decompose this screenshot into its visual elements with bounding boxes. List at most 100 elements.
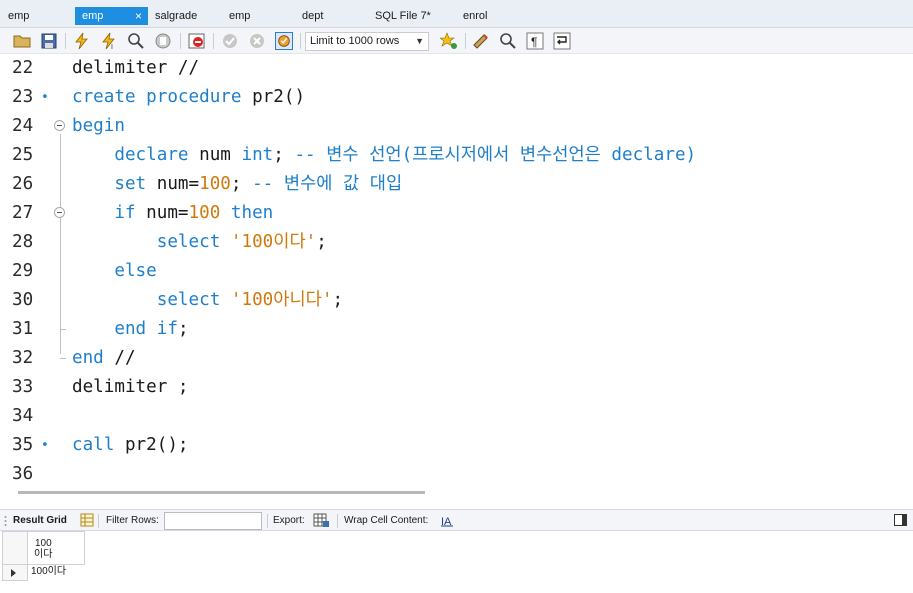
code-line[interactable]: 32 end // xyxy=(0,344,913,373)
export-icon[interactable] xyxy=(313,513,330,528)
limit-rows-label: Limit to 1000 rows xyxy=(310,35,400,47)
code-line[interactable]: 25 declare num int; -- 변수 선언(프로시저에서 변수선언… xyxy=(0,141,913,170)
svg-text:IA: IA xyxy=(441,516,452,527)
rollback-icon[interactable] xyxy=(248,32,266,50)
open-folder-icon[interactable] xyxy=(13,32,31,50)
grid-icon[interactable] xyxy=(80,513,94,527)
svg-text:¶: ¶ xyxy=(531,35,537,49)
code-token: ; xyxy=(273,145,295,165)
code-token: 100 xyxy=(188,203,221,223)
stop-on-error-icon[interactable] xyxy=(188,32,206,50)
autocommit-icon[interactable] xyxy=(275,32,293,50)
code-token: '100아니다' xyxy=(230,290,333,310)
code-token: ; xyxy=(177,319,189,339)
result-grid-label[interactable]: Result Grid xyxy=(13,515,67,526)
code-text: set num=100; -- 변수에 값 대입 xyxy=(72,170,402,199)
editor-horizontal-scrollbar[interactable] xyxy=(18,491,425,494)
stop-icon[interactable] xyxy=(154,32,172,50)
code-line[interactable]: 26 set num=100; -- 변수에 값 대입 xyxy=(0,170,913,199)
code-text: if num=100 then xyxy=(72,199,273,228)
column-header[interactable]: 100 이다 xyxy=(28,531,85,565)
tab-close-icon[interactable]: × xyxy=(135,7,142,25)
execute-current-icon[interactable]: I xyxy=(100,32,118,50)
code-line[interactable]: 22 delimiter // xyxy=(0,54,913,83)
line-number: 26 xyxy=(12,174,34,194)
code-line[interactable]: 31 end if; xyxy=(0,315,913,344)
editor-tab-bar: emp emp × salgrade emp dept SQL File 7* e… xyxy=(0,0,913,28)
code-token: ; xyxy=(230,174,253,194)
code-text: else xyxy=(72,257,157,286)
line-number: 32 xyxy=(12,348,34,368)
wrap-icon[interactable] xyxy=(553,32,571,50)
code-text: end // xyxy=(72,344,136,373)
code-line[interactable]: 35 • call pr2(); xyxy=(0,431,913,460)
code-text: end if; xyxy=(72,315,189,344)
filter-rows-label: Filter Rows: xyxy=(106,515,159,526)
sql-code-editor[interactable]: 22 delimiter //23 • create procedure pr2() 2… xyxy=(0,54,913,486)
tab-emp-1[interactable]: emp xyxy=(8,7,29,25)
tab-emp-3[interactable]: emp xyxy=(229,7,250,25)
row-indicator-arrow-icon[interactable] xyxy=(2,565,28,581)
sql-editor-toolbar: I Limit to 1000 rows ▼ ¶ xyxy=(0,28,913,54)
result-grid: 100 이다 100이다 xyxy=(0,531,913,593)
code-text: create procedure pr2() xyxy=(72,83,305,112)
code-line[interactable]: 24 begin xyxy=(0,112,913,141)
line-number: 25 xyxy=(12,145,34,165)
toolbar-separator xyxy=(65,33,66,49)
toggle-panel-icon[interactable] xyxy=(894,514,907,526)
commit-icon[interactable] xyxy=(221,32,239,50)
code-line[interactable]: 36 xyxy=(0,460,913,489)
code-line[interactable]: 34 xyxy=(0,402,913,431)
code-text: delimiter ; xyxy=(72,373,189,402)
limit-rows-select[interactable]: Limit to 1000 rows ▼ xyxy=(305,32,429,51)
line-number: 34 xyxy=(12,406,34,426)
code-line[interactable]: 29 else xyxy=(0,257,913,286)
tab-enrol[interactable]: enrol xyxy=(463,7,487,25)
grid-cell[interactable]: 100이다 xyxy=(28,565,85,581)
code-line[interactable]: 28 select '100이다'; xyxy=(0,228,913,257)
toolbar-separator xyxy=(180,33,181,49)
find-icon[interactable] xyxy=(499,32,517,50)
statement-marker-icon: • xyxy=(41,90,49,105)
tab-salgrade[interactable]: salgrade xyxy=(155,7,197,25)
code-line[interactable]: 30 select '100아니다'; xyxy=(0,286,913,315)
workbench-window: emp emp × salgrade emp dept SQL File 7* e… xyxy=(0,0,913,593)
toolbar-separator xyxy=(213,33,214,49)
code-token: 100 xyxy=(199,174,231,194)
line-number: 24 xyxy=(12,116,34,136)
code-text: delimiter // xyxy=(72,54,199,83)
code-token: else xyxy=(114,261,157,281)
grip-icon xyxy=(4,516,7,526)
line-number: 31 xyxy=(12,319,34,339)
invisible-chars-icon[interactable]: ¶ xyxy=(526,32,544,50)
wrap-cell-icon[interactable]: IA xyxy=(440,514,454,527)
code-token: begin xyxy=(72,116,125,136)
save-icon[interactable] xyxy=(40,32,58,50)
chevron-down-icon: ▼ xyxy=(415,36,424,46)
tab-emp-active[interactable]: emp × xyxy=(75,7,148,25)
fold-toggle-icon[interactable] xyxy=(54,120,65,131)
tab-dept[interactable]: dept xyxy=(302,7,323,25)
execute-icon[interactable] xyxy=(73,32,91,50)
bookmark-icon[interactable] xyxy=(440,32,458,50)
code-token: -- 변수 선언(프로시저에서 변수선언은 declare) xyxy=(294,145,697,165)
column-header-line: 이다 xyxy=(34,549,53,560)
tab-sql-file-7[interactable]: SQL File 7* xyxy=(375,7,431,25)
code-line[interactable]: 27 if num=100 then xyxy=(0,199,913,228)
line-number: 33 xyxy=(12,377,34,397)
fold-toggle-icon[interactable] xyxy=(54,207,65,218)
explain-icon[interactable] xyxy=(127,32,145,50)
result-toolbar: Result Grid Filter Rows: Export: Wrap Ce… xyxy=(0,509,913,531)
code-line[interactable]: 23 • create procedure pr2() xyxy=(0,83,913,112)
code-token: num xyxy=(188,145,242,165)
code-token: create procedure xyxy=(72,87,242,107)
beautify-icon[interactable] xyxy=(472,32,490,50)
code-text: select '100이다'; xyxy=(72,228,327,257)
code-line[interactable]: 33 delimiter ; xyxy=(0,373,913,402)
filter-rows-input[interactable] xyxy=(164,512,262,530)
